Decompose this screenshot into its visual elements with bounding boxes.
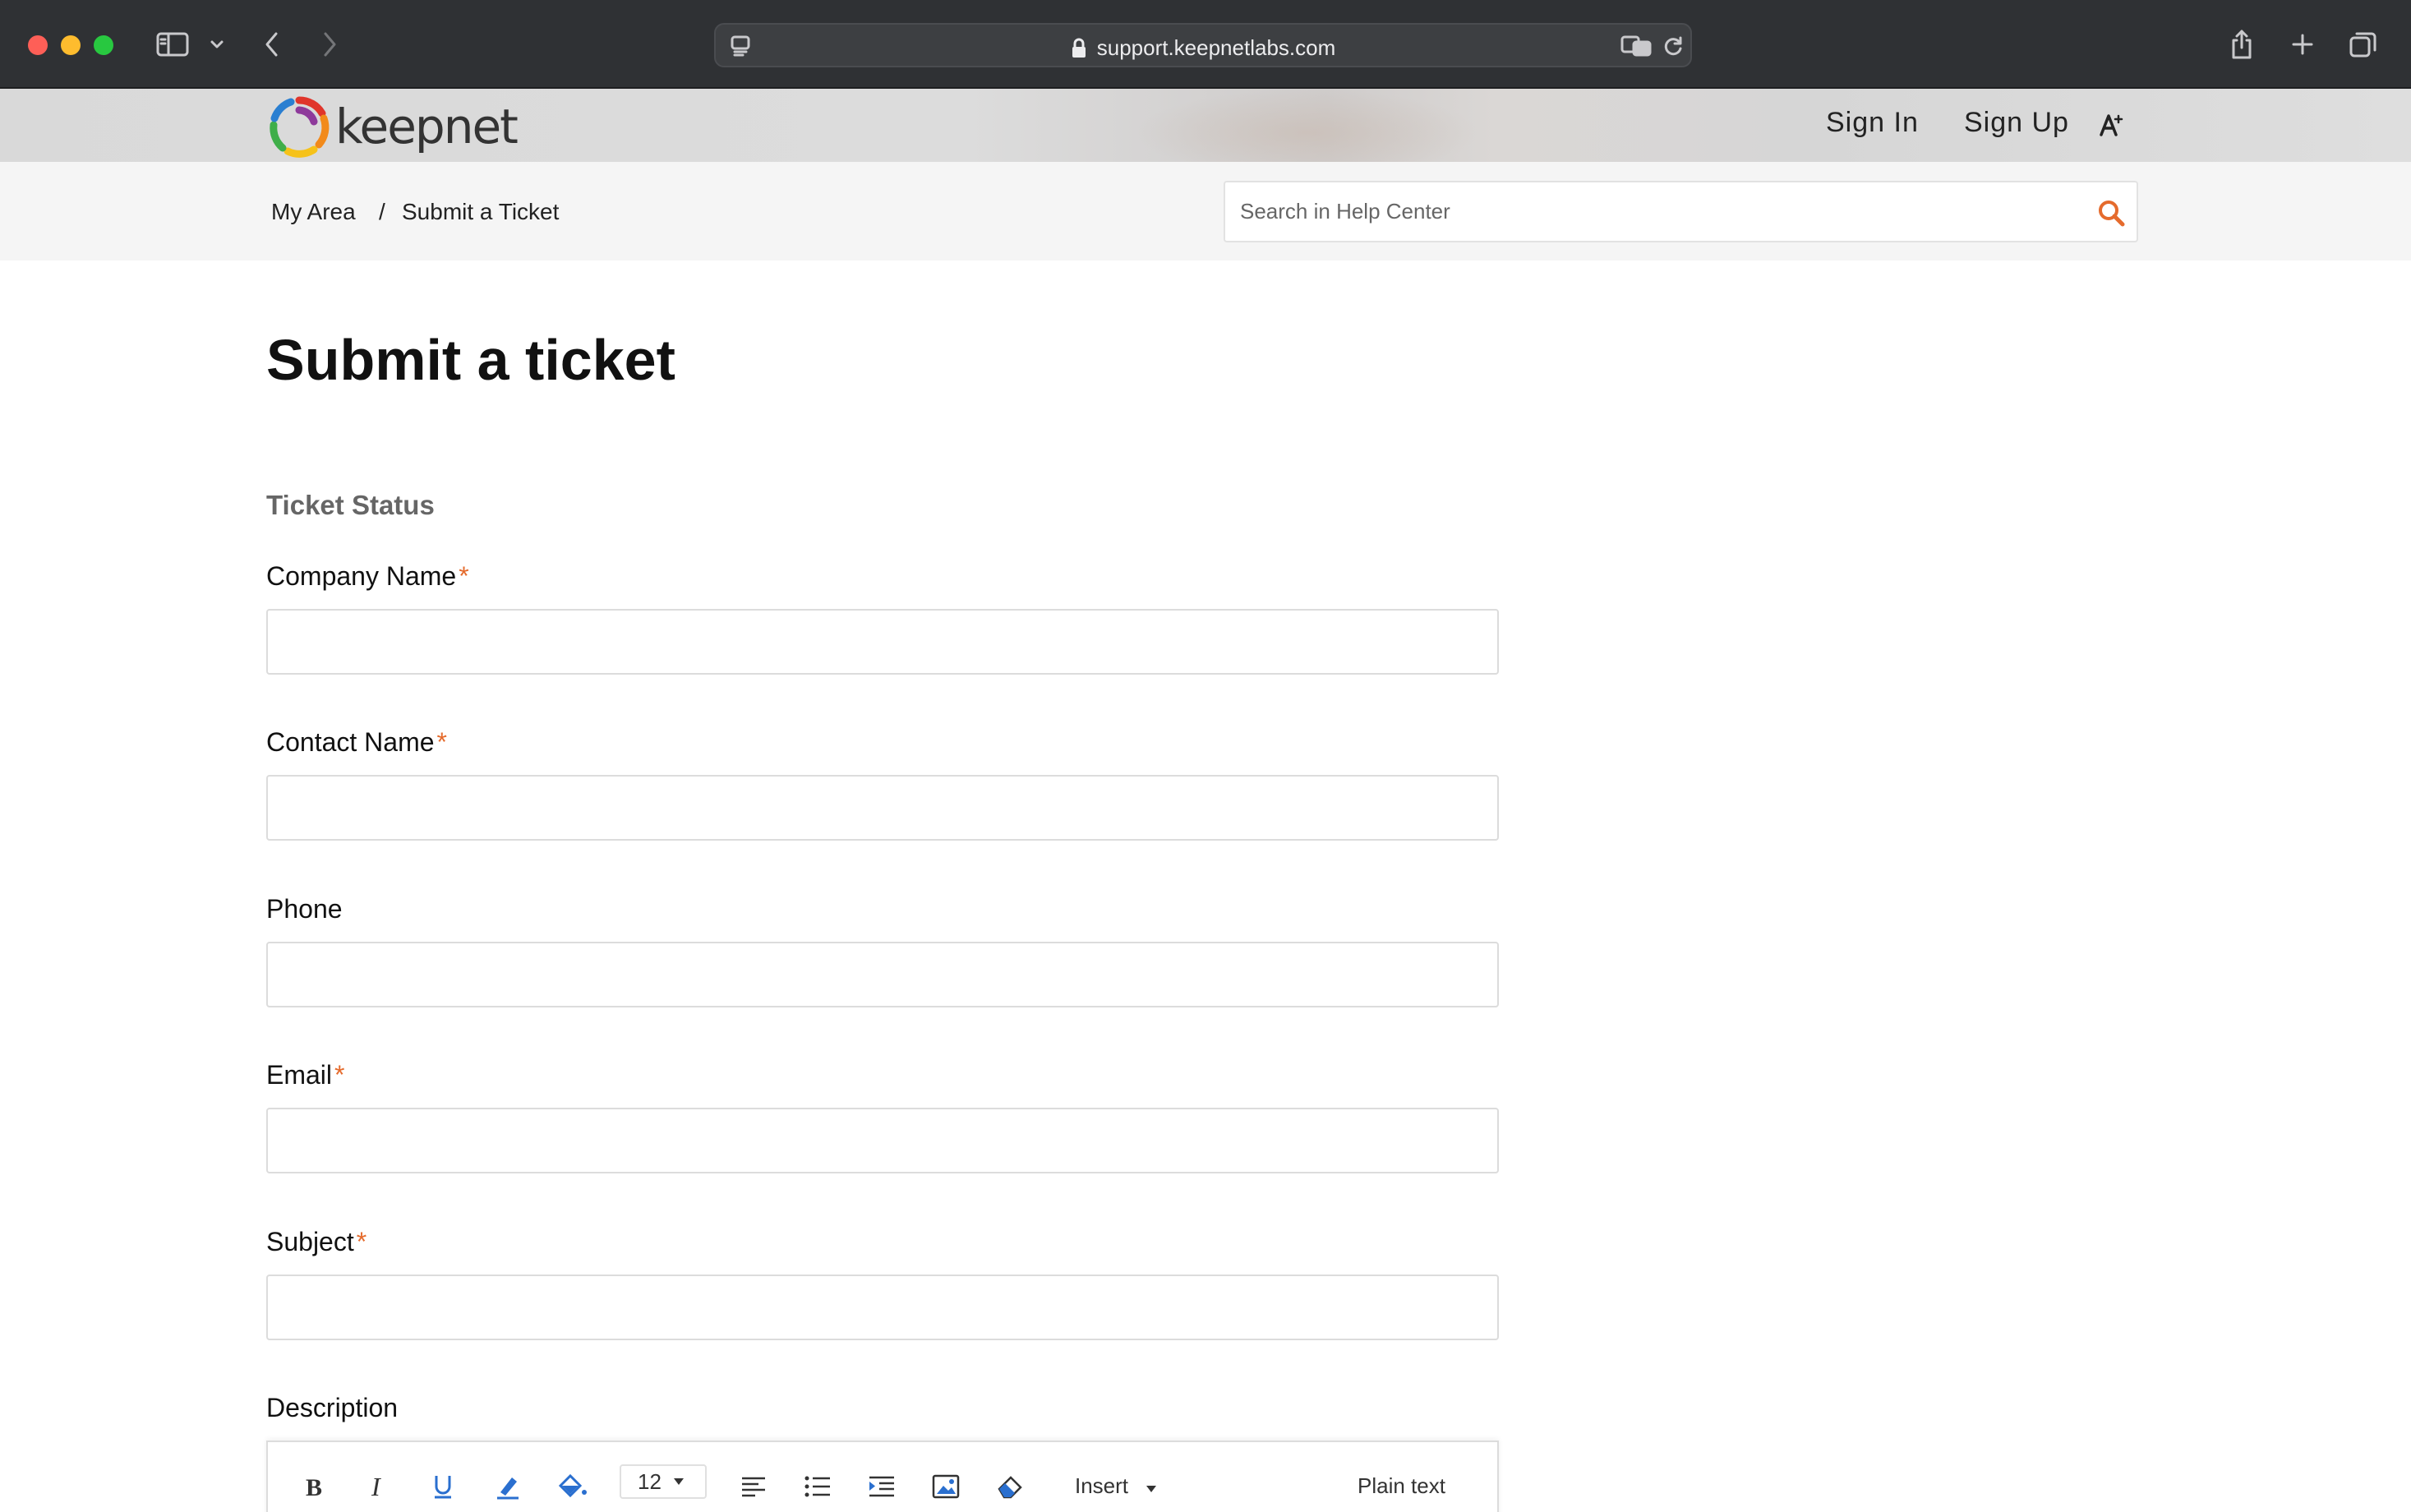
- translate-icon[interactable]: [1620, 26, 1653, 66]
- font-size-dropdown[interactable]: 12: [620, 1464, 707, 1499]
- phone-label: Phone: [266, 894, 343, 924]
- breadcrumb-separator: /: [379, 199, 385, 224]
- required-asterisk: *: [459, 561, 469, 591]
- new-tab-icon[interactable]: [2286, 25, 2319, 64]
- image-icon[interactable]: [930, 1467, 961, 1506]
- reload-icon[interactable]: [1659, 26, 1687, 66]
- required-asterisk: *: [436, 727, 447, 757]
- sidebar-toggle-icon[interactable]: [153, 25, 192, 64]
- browser-toolbar: support.keepnetlabs.com: [0, 0, 2411, 89]
- svg-text:B: B: [306, 1474, 322, 1499]
- background-color-icon[interactable]: [554, 1467, 590, 1506]
- insert-dropdown[interactable]: Insert: [1075, 1473, 1157, 1499]
- subject-field[interactable]: [266, 1275, 1499, 1340]
- ticket-status-heading[interactable]: Ticket Status: [266, 490, 435, 521]
- address-bar[interactable]: support.keepnetlabs.com: [714, 23, 1692, 67]
- list-icon[interactable]: [802, 1467, 833, 1506]
- plain-text-toggle[interactable]: Plain text: [1358, 1473, 1445, 1499]
- close-window-button[interactable]: [28, 35, 48, 55]
- insert-label: Insert: [1075, 1473, 1129, 1498]
- sign-up-link[interactable]: Sign Up: [1964, 107, 2069, 139]
- search-input[interactable]: [1240, 182, 2062, 241]
- keepnet-logo[interactable]: keepnet: [266, 94, 519, 159]
- email-field[interactable]: [266, 1108, 1499, 1173]
- maximize-window-button[interactable]: [94, 35, 113, 55]
- caret-down-icon: [1146, 1486, 1157, 1492]
- company-name-field[interactable]: [266, 609, 1499, 675]
- underline-icon[interactable]: [429, 1467, 457, 1506]
- search-box: [1224, 181, 2138, 242]
- company-name-label: Company Name*: [266, 561, 469, 591]
- font-size-icon[interactable]: [2097, 108, 2125, 141]
- description-label: Description: [266, 1393, 399, 1422]
- svg-text:I: I: [371, 1474, 381, 1499]
- clear-format-icon[interactable]: [994, 1467, 1027, 1506]
- font-size-value: 12: [638, 1468, 662, 1494]
- caret-down-icon: [673, 1478, 684, 1485]
- back-button[interactable]: [260, 25, 284, 64]
- logo-text: keepnet: [335, 99, 519, 154]
- contact-name-field[interactable]: [266, 775, 1499, 841]
- text-color-icon[interactable]: [491, 1467, 524, 1506]
- lock-icon: [1072, 38, 1086, 58]
- logo-mark-icon: [270, 96, 330, 158]
- contact-name-label: Contact Name*: [266, 727, 447, 757]
- required-asterisk: *: [334, 1060, 345, 1090]
- search-icon[interactable]: [2097, 199, 2125, 227]
- tab-overview-icon[interactable]: [2347, 25, 2380, 64]
- subject-label: Subject*: [266, 1227, 367, 1256]
- align-icon[interactable]: [738, 1467, 769, 1506]
- forward-button[interactable]: [317, 25, 342, 64]
- phone-field[interactable]: [266, 942, 1499, 1007]
- required-asterisk: *: [356, 1227, 367, 1256]
- share-icon[interactable]: [2225, 25, 2258, 64]
- sign-in-link[interactable]: Sign In: [1826, 107, 1919, 139]
- email-label: Email*: [266, 1060, 345, 1090]
- breadcrumb-my-area[interactable]: My Area: [271, 199, 356, 225]
- italic-icon[interactable]: I: [365, 1467, 393, 1506]
- url-text: support.keepnetlabs.com: [1096, 35, 1336, 60]
- bold-icon[interactable]: B: [301, 1467, 329, 1506]
- minimize-window-button[interactable]: [61, 35, 81, 55]
- chevron-down-icon[interactable]: [205, 25, 228, 64]
- page-title: Submit a ticket: [266, 328, 675, 392]
- indent-icon[interactable]: [866, 1467, 897, 1506]
- breadcrumb-submit-ticket: Submit a Ticket: [402, 199, 560, 224]
